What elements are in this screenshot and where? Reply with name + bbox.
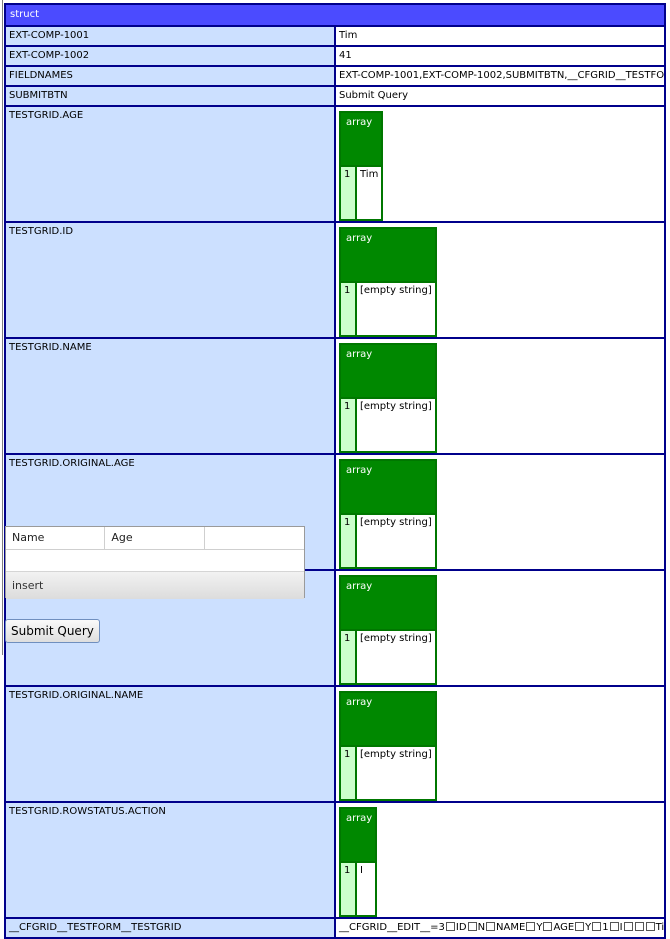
array-value: [empty string] [357,399,435,451]
array-header: array [341,693,435,745]
array-value: I [357,863,376,915]
array-dump: array 1 I [339,807,378,917]
cfgrid-value: __CFGRID__EDIT__=3IDNNAMEYAGEY1ITim41 [336,919,664,937]
array-dump: array 1 Tim [339,111,384,221]
array-index: 1 [341,631,355,683]
struct-row: TESTGRID.NAME array 1 [empty string] [6,339,664,453]
array-value: [empty string] [357,747,435,799]
separator-glyph-icon [623,922,633,931]
array-index: 1 [341,283,355,335]
struct-value: Tim [336,27,664,45]
struct-value: 41 [336,47,664,65]
separator-glyph-icon [445,922,455,931]
struct-row: SUBMITBTN Submit Query [6,87,664,105]
grid-data-row[interactable] [6,550,304,572]
struct-key: TESTGRID.AGE [6,107,334,221]
struct-value: Submit Query [336,87,664,105]
cfgrid-segment: Y [536,922,543,933]
array-index: 1 [341,863,355,915]
separator-glyph-icon [645,922,655,931]
grid-insert-button[interactable]: insert [6,572,304,599]
cfgrid-segment: AGE [553,922,575,933]
struct-key: FIELDNAMES [6,67,334,85]
separator-glyph-icon [592,922,602,931]
struct-row: EXT-COMP-1002 41 [6,47,664,65]
cfgrid-segment: I [619,922,623,933]
array-header: array [341,577,435,629]
array-header: array [341,229,435,281]
array-value: [empty string] [357,515,435,567]
struct-key: TESTGRID.NAME [6,339,334,453]
struct-row: __CFGRID__TESTFORM__TESTGRID __CFGRID__E… [6,919,664,937]
struct-key: TESTGRID.ROWSTATUS.ACTION [6,803,334,917]
array-index: 1 [341,747,355,799]
struct-row: TESTGRID.ID array 1 [empty string] [6,223,664,337]
separator-glyph-icon [543,922,553,931]
struct-dump: struct EXT-COMP-1001 Tim EXT-COMP-1002 4… [4,3,666,939]
array-index: 1 [341,515,355,567]
cfgrid-segment: N [477,922,486,933]
struct-row: FIELDNAMES EXT-COMP-1001,EXT-COMP-1002,S… [6,67,664,85]
struct-key: SUBMITBTN [6,87,334,105]
submit-query-button[interactable]: Submit Query [5,619,100,643]
array-index: 1 [341,399,355,451]
separator-glyph-icon [609,922,619,931]
cfgrid-segment: ID [455,922,467,933]
struct-key: EXT-COMP-1001 [6,27,334,45]
array-header: array [341,113,382,165]
array-header: array [341,461,435,513]
grid-header-row: Name Age [6,527,304,550]
cfgrid-segment: Tim [655,922,664,933]
struct-key: TESTGRID.ID [6,223,334,337]
array-dump: array 1 [empty string] [339,227,437,337]
separator-glyph-icon [526,922,536,931]
cfgrid-segment: Y [585,922,592,933]
struct-key: EXT-COMP-1002 [6,47,334,65]
separator-glyph-icon [486,922,496,931]
cfgrid-segment: 1 [602,922,609,933]
array-dump: array 1 [empty string] [339,459,437,569]
cfgrid-segment: __CFGRID__EDIT__=3 [339,922,445,933]
array-value: Tim [357,167,382,219]
struct-row: EXT-COMP-1001 Tim [6,27,664,45]
array-dump: array 1 [empty string] [339,691,437,801]
struct-key: __CFGRID__TESTFORM__TESTGRID [6,919,334,937]
array-header: array [341,809,376,861]
test-grid: Name Age insert [5,526,305,599]
grid-column-header-age[interactable]: Age [105,527,205,549]
struct-row: TESTGRID.ORIGINAL.NAME array 1 [empty st… [6,687,664,801]
struct-row: TESTGRID.ROWSTATUS.ACTION array 1 I [6,803,664,917]
separator-glyph-icon [467,922,477,931]
array-value: [empty string] [357,283,435,335]
separator-glyph-icon [575,922,585,931]
separator-glyph-icon [634,922,644,931]
struct-value: EXT-COMP-1001,EXT-COMP-1002,SUBMITBTN,__… [336,67,664,85]
array-dump: array 1 [empty string] [339,575,437,685]
array-index: 1 [341,167,355,219]
struct-row: TESTGRID.AGE array 1 Tim [6,107,664,221]
grid-column-header-name[interactable]: Name [6,527,106,549]
array-value: [empty string] [357,631,435,683]
array-dump: array 1 [empty string] [339,343,437,453]
struct-key: TESTGRID.ORIGINAL.NAME [6,687,334,801]
array-header: array [341,345,435,397]
cfgrid-segment: NAME [496,922,526,933]
struct-header: struct [6,5,664,25]
left-edge-rule [2,0,3,655]
grid-column-header-blank [205,527,304,549]
